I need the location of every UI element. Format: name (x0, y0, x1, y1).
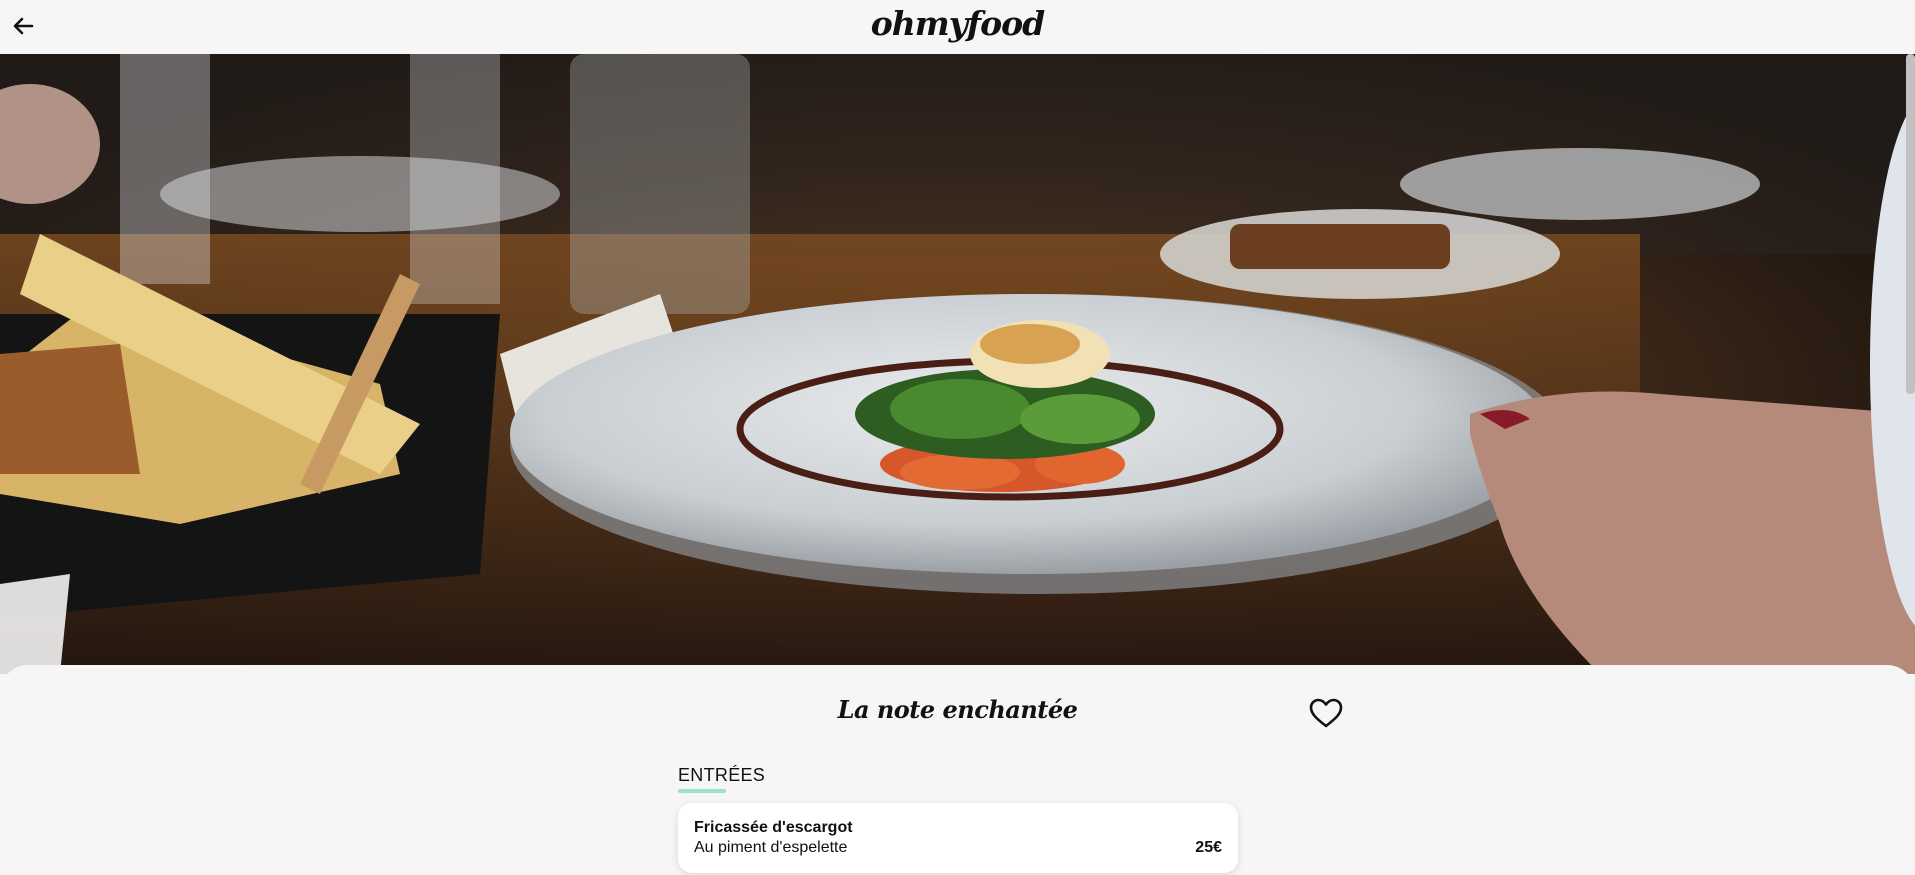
hero-image (0, 54, 1915, 674)
restaurant-content: La note enchantée ENTRÉES Fricassée d'es… (0, 665, 1915, 875)
dish-name: Fricassée d'escargot (694, 819, 853, 836)
scrollbar[interactable] (1906, 54, 1915, 394)
section-underline (678, 789, 726, 793)
dish-price: 25€ (1195, 839, 1222, 856)
menu-item-card[interactable]: Fricassée d'escargot Au piment d'espelet… (678, 803, 1238, 873)
top-bar: ohmyfood (0, 0, 1915, 54)
heart-outline-icon (1309, 698, 1343, 728)
section-title-entrees: ENTRÉES (678, 765, 766, 785)
dish-description: Au piment d'espelette (694, 839, 848, 856)
favorite-button[interactable] (1308, 697, 1344, 729)
app-logo[interactable]: ohmyfood (0, 4, 1915, 43)
restaurant-name: La note enchantée (837, 695, 1078, 724)
